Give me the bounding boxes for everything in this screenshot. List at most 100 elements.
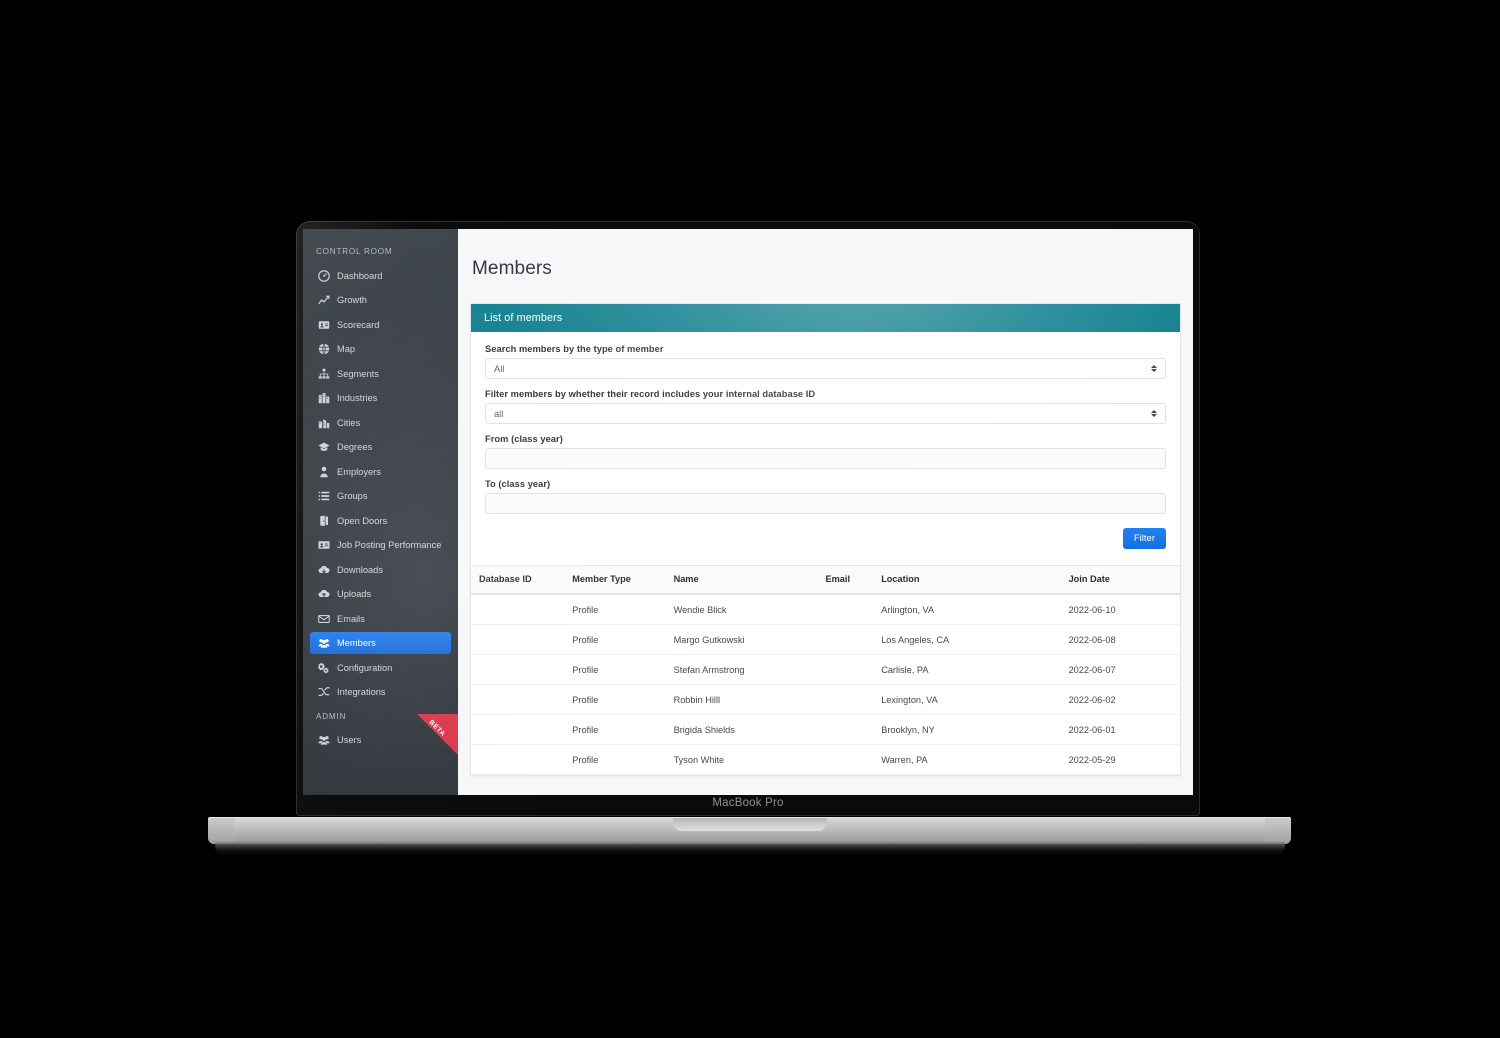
sidebar-item-label: Dashboard [337,270,383,281]
sidebar-item-label: Configuration [337,662,393,673]
table-row[interactable]: Profile Brigida Shields Brooklyn, NY 202… [471,714,1180,746]
table-row[interactable]: Profile Wendie Blick Arlington, VA 2022-… [471,594,1180,626]
column-header-join-date[interactable]: Join Date [1068,565,1180,596]
member-type-select[interactable]: All [485,358,1166,380]
envelope-icon [318,613,330,625]
laptop-mockup: CONTROL ROOM Dashboard Growth Scorecard … [0,0,1500,1038]
globe-icon [318,343,330,355]
column-header-email[interactable]: Email [825,565,882,596]
sidebar-item-integrations[interactable]: Integrations [310,681,451,703]
members-table: Database ID Member Type Name Email Locat… [471,565,1180,776]
table-row[interactable]: Profile Robbin Hilll Lexington, VA 2022-… [471,684,1180,716]
sidebar-item-employers[interactable]: Employers [310,461,451,483]
sidebar-item-label: Industries [337,393,378,403]
column-header-member-type[interactable]: Member Type [572,565,674,596]
chevron-updown-icon [1151,365,1157,373]
sidebar-item-segments[interactable]: Segments [310,363,451,385]
sidebar-item-map[interactable]: Map [310,338,451,360]
sidebar-item-label: Growth [337,295,367,305]
sidebar-item-dashboard[interactable]: Dashboard [310,265,451,287]
cell-email [825,714,882,746]
page-title: Members [472,257,552,279]
cell-join-date: 2022-06-07 [1068,654,1180,686]
sidebar-item-emails[interactable]: Emails [310,608,451,630]
sidebar-item-scorecard[interactable]: Scorecard [310,314,451,336]
cloud-download-icon [318,564,330,576]
sidebar-item-degrees[interactable]: Degrees [310,436,451,458]
sidebar-item-label: Job Posting Performance [337,540,442,550]
sidebar-item-downloads[interactable]: Downloads [310,559,451,581]
table-row[interactable]: Profile Stefan Armstrong Carlisle, PA 20… [471,654,1180,686]
app-window: CONTROL ROOM Dashboard Growth Scorecard … [303,229,1193,795]
sidebar-section-admin: ADMIN [316,711,347,721]
cell-join-date: 2022-06-02 [1068,684,1180,716]
sidebar-item-label: Scorecard [337,319,380,330]
cell-name: Robbin Hilll [673,684,826,716]
sidebar-item-industries[interactable]: Industries [310,387,451,409]
sidebar-item-job-posting-performance[interactable]: Job Posting Performance [310,534,451,556]
cell-email [825,594,882,626]
cell-member-type: Profile [572,654,674,686]
sidebar-item-label: Employers [337,466,381,477]
cell-join-date: 2022-05-29 [1068,744,1180,776]
cell-database-id [471,594,573,626]
sidebar-item-users[interactable]: Users [310,729,451,751]
users-icon [318,734,330,746]
column-header-name[interactable]: Name [673,565,826,596]
database-id-select[interactable]: all [485,403,1166,425]
sidebar-item-growth[interactable]: Growth [310,289,451,311]
sidebar-item-uploads[interactable]: Uploads [310,583,451,605]
cell-email [825,744,882,776]
cell-database-id [471,744,573,776]
sidebar-item-configuration[interactable]: Configuration [310,657,451,679]
sidebar-section-control-room: CONTROL ROOM [316,247,393,256]
cell-location: Lexington, VA [881,684,1069,716]
cell-database-id [471,624,573,656]
filter-button[interactable]: Filter [1122,528,1166,550]
cogs-icon [318,662,330,674]
chart-line-icon [318,294,330,306]
door-open-icon [318,514,330,527]
laptop-base-shadow [215,842,1285,856]
cell-location: Carlisle, PA [881,654,1069,686]
laptop-notch [673,818,827,831]
building-icon [318,392,330,404]
city-icon [318,417,330,429]
cell-member-type: Profile [572,684,674,716]
sidebar-item-groups[interactable]: Groups [310,485,451,507]
member-type-label: Search members by the type of member [485,344,664,355]
field-from-class-year: From (class year) [485,434,1166,470]
sidebar-item-open-doors[interactable]: Open Doors [310,510,451,532]
scorecard-icon [318,319,330,331]
to-class-year-input[interactable] [485,493,1166,515]
sidebar-item-members[interactable]: Members [310,632,451,654]
sidebar-item-label: Emails [337,613,365,624]
cell-member-type: Profile [572,744,674,776]
filter-form: Search members by the type of member All… [471,332,1180,565]
sidebar-item-cities[interactable]: Cities [310,412,451,434]
column-header-location[interactable]: Location [881,565,1069,596]
cell-name: Brigida Shields [673,714,826,746]
cell-member-type: Profile [572,714,674,746]
cell-email [825,684,882,716]
dashboard-icon [318,269,330,282]
table-row[interactable]: Profile Tyson White Warren, PA 2022-05-2… [471,744,1180,776]
users-icon [318,637,330,649]
sidebar-item-label: Map [337,344,356,354]
from-class-year-input[interactable] [485,448,1166,470]
cell-name: Stefan Armstrong [673,654,826,686]
field-database-id: Filter members by whether their record i… [485,389,1166,425]
sidebar-item-label: Users [337,735,362,745]
cell-email [825,654,882,686]
sidebar-item-label: Segments [337,368,379,379]
cell-member-type: Profile [572,624,674,656]
to-class-year-label: To (class year) [485,479,551,490]
member-type-value: All [494,363,505,374]
user-tie-icon [318,466,330,478]
shuffle-icon [318,686,330,698]
list-icon [318,490,330,502]
chevron-updown-icon [1151,410,1157,418]
column-header-database-id[interactable]: Database ID [471,565,573,596]
table-body: Profile Wendie Blick Arlington, VA 2022-… [471,594,1180,776]
table-row[interactable]: Profile Margo Gutkowski Los Angeles, CA … [471,624,1180,656]
